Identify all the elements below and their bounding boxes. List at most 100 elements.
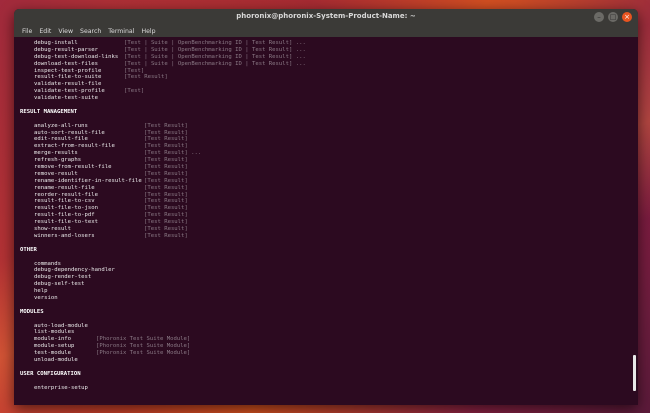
command-line: result-file-to-text [Test Result] [20, 219, 306, 226]
command-name: show-result [34, 226, 72, 233]
command-line: validate-test-profile [Test] [20, 88, 306, 95]
command-args: [Test Result] [144, 205, 188, 212]
command-name: rename-identifier-in-result-file [34, 177, 142, 184]
section-header: USER CONFIGURATION [20, 371, 306, 378]
command-line: debug-self-test [20, 281, 306, 288]
command-name: validate-result-file [34, 81, 102, 88]
command-line: module-info [Phoronix Test Suite Module] [20, 336, 306, 343]
command-args: [Test Result] [144, 157, 188, 164]
menu-terminal[interactable]: Terminal [108, 28, 134, 35]
command-name: reorder-result-file [34, 191, 98, 198]
command-args: [Test Result] [124, 74, 168, 81]
command-line: enterprise-setup [20, 385, 306, 392]
menu-bar: File Edit View Search Terminal Help [14, 26, 638, 37]
minimize-button[interactable]: – [594, 12, 604, 22]
command-line: debug-test-download-links [Test | Suite |… [20, 54, 306, 61]
command-args: [Test Result] [144, 143, 188, 150]
command-name: extract-from-result-file [34, 143, 115, 150]
command-args: [Test Result] [144, 170, 188, 177]
command-args: [Test Result] [144, 122, 188, 129]
command-line: validate-test-suite [20, 95, 306, 102]
command-args: [Test Result] [144, 177, 188, 184]
command-line: reorder-result-file [Test Result] [20, 192, 306, 199]
command-args: [Phoronix Test Suite Module] [96, 336, 191, 343]
command-line: remove-result [Test Result] [20, 171, 306, 178]
command-line: extract-from-result-file [Test Result] [20, 143, 306, 150]
command-name: rename-result-file [34, 184, 95, 191]
section-header-text: USER CONFIGURATION [20, 370, 81, 377]
command-name: download-test-files [34, 60, 98, 67]
command-line: validate-result-file [20, 81, 306, 88]
command-line: remove-from-result-file [Test Result] [20, 164, 306, 171]
command-name: remove-result [34, 170, 78, 177]
terminal-lines: debug-install [Test | Suite | OpenBenchma… [20, 40, 306, 391]
command-line: debug-dependency-handler [20, 267, 306, 274]
command-args: [Test | Suite | OpenBenchmarking ID | Te… [124, 46, 306, 53]
command-name: debug-install [34, 40, 78, 46]
command-name: debug-test-download-links [34, 53, 119, 60]
command-name: auto-sort-result-file [34, 129, 105, 136]
menu-help[interactable]: Help [141, 28, 155, 35]
command-args: [Test Result] [144, 164, 188, 171]
section-header-text: MODULES [20, 308, 44, 315]
menu-search[interactable]: Search [80, 28, 101, 35]
section-header: OTHER [20, 247, 306, 254]
command-name: debug-dependency-handler [34, 267, 115, 274]
command-name: debug-self-test [34, 281, 85, 288]
command-line: debug-result-parser [Test | Suite | OpenB… [20, 47, 306, 54]
command-name: validate-test-profile [34, 88, 105, 95]
terminal-output[interactable]: debug-install [Test | Suite | OpenBenchma… [14, 37, 638, 405]
command-args: [Test Result] [144, 219, 188, 226]
close-button[interactable]: × [622, 12, 632, 22]
command-name: edit-result-file [34, 136, 88, 143]
command-args: [Test] [124, 67, 145, 74]
command-line: commands [20, 261, 306, 268]
command-line: list-modules [20, 329, 306, 336]
title-bar[interactable]: phoronix@phoronix-System-Product-Name: ~… [14, 9, 638, 26]
scrollbar-thumb[interactable] [633, 355, 636, 391]
command-args: [Test Result] [144, 232, 188, 239]
window-title: phoronix@phoronix-System-Product-Name: ~ [236, 12, 416, 20]
menu-edit[interactable]: Edit [39, 28, 51, 35]
command-name: module-info [34, 336, 72, 343]
maximize-button[interactable]: □ [608, 12, 618, 22]
command-args: [Test | Suite | OpenBenchmarking ID | Te… [124, 60, 306, 67]
command-line: refresh-graphs [Test Result] [20, 157, 306, 164]
command-line: merge-results [Test Result] ... [20, 150, 306, 157]
command-line: auto-load-module [20, 323, 306, 330]
menu-file[interactable]: File [22, 28, 32, 35]
command-args: [Test] [124, 88, 145, 95]
command-line: result-file-to-json [Test Result] [20, 205, 306, 212]
command-line: debug-render-test [20, 274, 306, 281]
section-header-text: OTHER [20, 246, 37, 253]
command-line: auto-sort-result-file [Test Result] [20, 130, 306, 137]
command-args: [Test Result] [144, 136, 188, 143]
command-name: debug-result-parser [34, 46, 98, 53]
command-name: unload-module [34, 356, 78, 363]
command-line: rename-result-file [Test Result] [20, 185, 306, 192]
command-name: auto-load-module [34, 322, 88, 329]
command-name: commands [34, 260, 61, 267]
command-line: version [20, 295, 306, 302]
command-line: winners-and-losers [Test Result] [20, 233, 306, 240]
command-args: [Test Result] [144, 198, 188, 205]
command-line: module-setup [Phoronix Test Suite Module] [20, 343, 306, 350]
command-line: help [20, 288, 306, 295]
command-line: debug-install [Test | Suite | OpenBenchma… [20, 40, 306, 47]
command-line: result-file-to-pdf [Test Result] [20, 212, 306, 219]
command-name: merge-results [34, 150, 78, 157]
command-name: help [34, 288, 48, 295]
command-name: list-modules [34, 329, 75, 336]
menu-view[interactable]: View [58, 28, 73, 35]
command-name: module-setup [34, 343, 75, 350]
terminal-window[interactable]: phoronix@phoronix-System-Product-Name: ~… [14, 9, 638, 405]
command-line: analyze-all-runs [Test Result] [20, 123, 306, 130]
command-name: result-file-to-json [34, 205, 98, 212]
command-args: [Phoronix Test Suite Module] [96, 350, 191, 357]
